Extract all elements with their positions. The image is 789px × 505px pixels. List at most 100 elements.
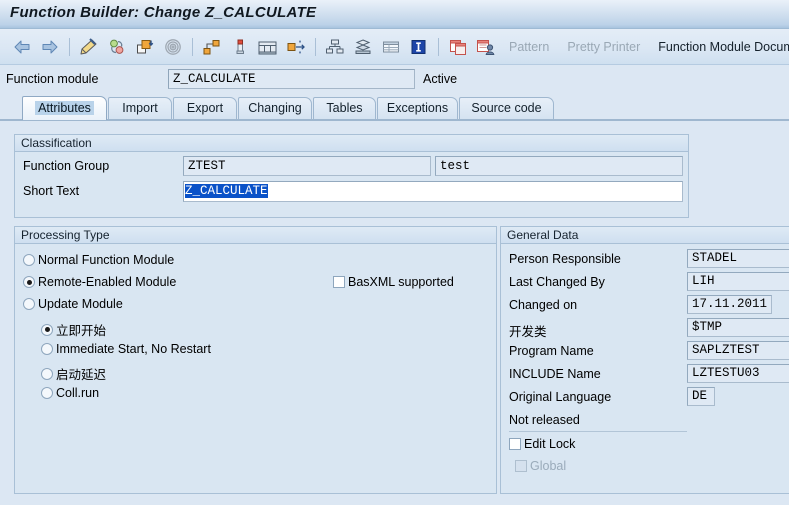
tab-tables-label: Tables [326, 101, 363, 115]
toolbar: Pattern Pretty Printer Function Module D… [0, 29, 789, 65]
radio-normal-function-module[interactable]: Normal Function Module [23, 253, 174, 267]
original-language-value[interactable]: DE [687, 387, 715, 406]
function-module-documentation-button[interactable]: Function Module Documentation [658, 40, 789, 54]
radio-start-delayed-label: 启动延迟 [56, 368, 107, 382]
checkbox-basxml-supported-indicator[interactable] [333, 276, 345, 288]
function-group-label: Function Group [23, 159, 110, 173]
single-test-icon[interactable] [228, 35, 252, 59]
tab-strip: Attributes Import Export Changing Tables… [0, 96, 789, 120]
tab-source-code-label: Source code [471, 101, 542, 115]
tab-underline [0, 119, 789, 121]
radio-immediate-start-label: 立即开始 [56, 324, 107, 338]
radio-coll-run[interactable]: Coll.run [41, 386, 99, 400]
radio-coll-run-label: Coll.run [56, 386, 100, 400]
radio-remote-enabled-module-indicator[interactable] [23, 276, 35, 288]
function-module-label: Function module [6, 72, 99, 86]
checkbox-basxml-supported[interactable]: BasXML supported [333, 275, 454, 289]
where-used-list-icon[interactable] [161, 35, 185, 59]
function-group-text-input[interactable]: test [435, 156, 683, 176]
function-module-status: Active [423, 72, 458, 86]
radio-immediate-start-no-restart-indicator[interactable] [41, 343, 53, 355]
display-object-list-icon[interactable] [256, 35, 280, 59]
release-icon[interactable] [284, 35, 308, 59]
tab-import-label: Import [122, 101, 158, 115]
tab-import[interactable]: Import [108, 97, 172, 119]
last-changed-by-label: Last Changed By [509, 275, 605, 289]
radio-start-delayed[interactable]: 启动延迟 [41, 364, 106, 383]
radio-immediate-start-no-restart[interactable]: Immediate Start, No Restart [41, 342, 211, 356]
classification-title: Classification [15, 135, 688, 152]
development-class-label: 开发类 [509, 325, 547, 339]
person-responsible-label: Person Responsible [509, 252, 621, 266]
radio-immediate-start[interactable]: 立即开始 [41, 320, 106, 339]
radio-coll-run-indicator[interactable] [41, 387, 53, 399]
display-change-pencil-icon[interactable] [77, 35, 101, 59]
processing-type-title: Processing Type [15, 227, 496, 244]
tab-attributes[interactable]: Attributes [22, 96, 107, 120]
short-text-input[interactable]: Z_CALCULATE [183, 181, 683, 202]
toolbar-separator [69, 37, 70, 56]
short-text-selected-value: Z_CALCULATE [185, 184, 268, 198]
pattern-button[interactable]: Pattern [509, 40, 549, 54]
program-name-label: Program Name [509, 344, 594, 358]
table-view-icon[interactable] [379, 35, 403, 59]
short-text-label: Short Text [23, 184, 80, 198]
checkbox-edit-lock-label: Edit Lock [524, 437, 576, 451]
tab-source-code[interactable]: Source code [459, 97, 554, 119]
tab-attributes-label: Attributes [35, 101, 94, 115]
include-name-label: INCLUDE Name [509, 367, 601, 381]
check-syntax-icon[interactable] [105, 35, 129, 59]
copy-icon[interactable] [446, 35, 470, 59]
back-arrow-icon[interactable] [10, 35, 34, 59]
tab-export-label: Export [186, 101, 224, 115]
development-class-value[interactable]: $TMP [687, 318, 789, 337]
pretty-printer-button[interactable]: Pretty Printer [567, 40, 640, 54]
function-module-input[interactable]: Z_CALCULATE [168, 69, 415, 89]
general-data-group: General Data Person Responsible STADEL L… [500, 226, 789, 494]
checkbox-edit-lock[interactable]: Edit Lock [509, 437, 575, 451]
tab-changing[interactable]: Changing [238, 97, 312, 119]
radio-update-module-label: Update Module [38, 297, 123, 311]
hierarchy-icon[interactable] [323, 35, 347, 59]
person-responsible-value[interactable]: STADEL [687, 249, 789, 268]
checkbox-global-label: Global [530, 459, 567, 473]
object-navigator-icon[interactable] [200, 35, 224, 59]
radio-update-module-indicator[interactable] [23, 298, 35, 310]
radio-immediate-start-indicator[interactable] [41, 323, 53, 336]
activate-icon[interactable] [133, 35, 157, 59]
toolbar-separator [315, 37, 316, 56]
program-name-value[interactable]: SAPLZTEST [687, 341, 789, 360]
information-icon[interactable] [407, 35, 431, 59]
general-data-title: General Data [501, 227, 789, 244]
radio-normal-function-module-label: Normal Function Module [38, 253, 175, 267]
radio-update-module[interactable]: Update Module [23, 297, 123, 311]
radio-remote-enabled-module[interactable]: Remote-Enabled Module [23, 275, 176, 289]
include-name-value[interactable]: LZTESTU03 [687, 364, 789, 383]
classification-group: Classification Function Group ZTEST test… [14, 134, 689, 218]
radio-start-delayed-indicator[interactable] [41, 367, 53, 380]
function-group-input[interactable]: ZTEST [183, 156, 431, 176]
changed-on-value[interactable]: 17.11.2011 [687, 295, 772, 314]
tab-changing-label: Changing [248, 101, 302, 115]
title-bar: Function Builder: Change Z_CALCULATE [0, 0, 789, 29]
function-module-row: Function module Z_CALCULATE Active [0, 68, 789, 94]
tab-exceptions[interactable]: Exceptions [377, 97, 458, 119]
stack-icon[interactable] [351, 35, 375, 59]
changed-on-label: Changed on [509, 298, 578, 312]
radio-normal-function-module-indicator[interactable] [23, 254, 35, 266]
forward-arrow-icon[interactable] [38, 35, 62, 59]
copy-user-icon[interactable] [474, 35, 498, 59]
tab-tables[interactable]: Tables [313, 97, 376, 119]
processing-type-group: Processing Type Normal Function Module R… [14, 226, 497, 494]
release-status-underline [509, 431, 687, 432]
last-changed-by-value[interactable]: LIH [687, 272, 789, 291]
tab-export[interactable]: Export [173, 97, 237, 119]
toolbar-separator [438, 37, 439, 56]
checkbox-global-indicator [515, 460, 527, 472]
tab-exceptions-label: Exceptions [386, 101, 449, 115]
window-title: Function Builder: Change Z_CALCULATE [10, 4, 317, 21]
checkbox-edit-lock-indicator[interactable] [509, 438, 521, 450]
checkbox-basxml-supported-label: BasXML supported [348, 275, 454, 289]
toolbar-separator [192, 37, 193, 56]
radio-immediate-start-no-restart-label: Immediate Start, No Restart [56, 342, 211, 356]
